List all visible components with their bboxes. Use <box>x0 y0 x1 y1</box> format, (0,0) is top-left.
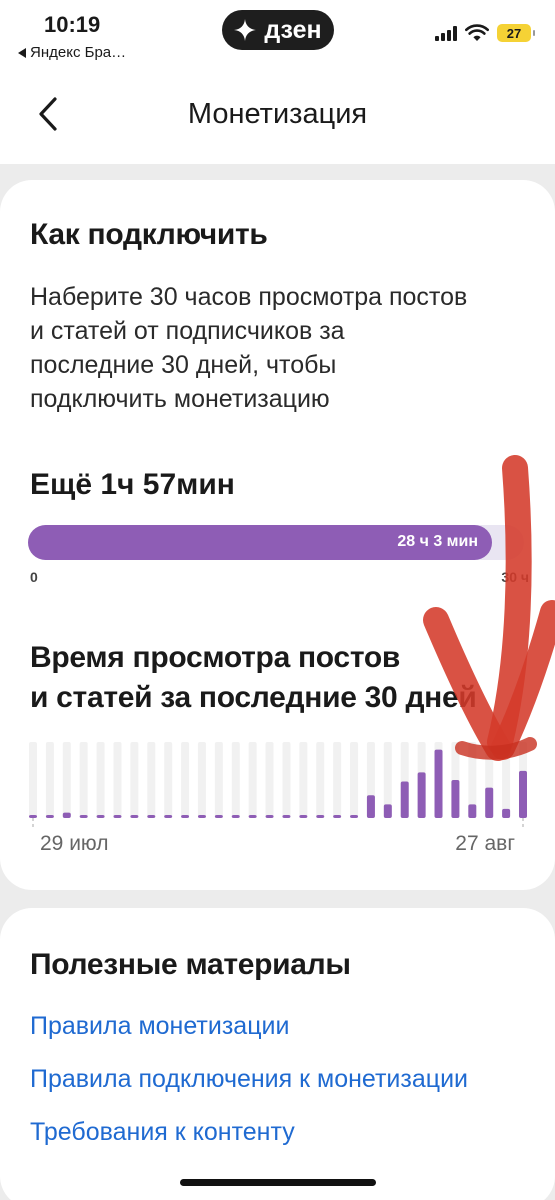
back-app-label: Яндекс Бра… <box>30 44 127 61</box>
chart-bar <box>265 815 274 818</box>
materials-links: Правила монетизации Правила подключения … <box>30 1012 468 1171</box>
chart-bar <box>316 815 325 818</box>
chart-bar <box>214 815 223 818</box>
chart-bar-track <box>147 742 156 818</box>
remaining-time: Ещё 1ч 57мин <box>30 468 235 501</box>
chart-bar-track <box>62 742 71 818</box>
chart-bar <box>485 787 494 818</box>
status-bar: 10:19 Яндекс Бра… дзен 27 <box>0 0 555 72</box>
chart-bar-track <box>45 742 54 818</box>
chart-bar <box>130 815 139 818</box>
chart-bar-track <box>214 742 223 818</box>
cellular-signal-icon <box>435 25 457 41</box>
progress-scale-min: 0 <box>30 569 38 585</box>
chart-bar-track <box>96 742 105 818</box>
chart-bar <box>417 772 426 818</box>
chart-bar <box>333 815 342 818</box>
chart-bar-track <box>164 742 173 818</box>
materials-heading: Полезные материалы <box>30 948 351 981</box>
chart-bar-track <box>316 742 325 818</box>
chart-bar-track <box>29 742 37 818</box>
chart-bar <box>299 815 308 818</box>
chart-bar <box>79 815 88 818</box>
chart-bar <box>434 749 443 818</box>
materials-card: Полезные материалы Правила монетизации П… <box>0 908 555 1200</box>
chart-bar <box>350 815 359 818</box>
chart-bar <box>468 804 477 818</box>
chart-bar-track <box>248 742 257 818</box>
wifi-icon <box>465 24 489 41</box>
watch-time-chart <box>29 742 527 830</box>
progress-scale-max: 30 ч <box>501 569 529 585</box>
chart-bar <box>282 815 291 818</box>
link-monetization-rules[interactable]: Правила монетизации <box>30 1012 468 1041</box>
chart-bar-track <box>502 742 511 818</box>
monetization-card: Как подключить Наберите 30 часов просмот… <box>0 180 555 890</box>
chart-bar-track <box>299 742 308 818</box>
chart-bar-track <box>265 742 274 818</box>
dzen-badge-label: дзен <box>264 15 322 44</box>
chart-bar-track <box>350 742 359 818</box>
chart-bar <box>197 815 206 818</box>
chart-bar <box>164 815 173 818</box>
progress-fill: 28 ч 3 мин <box>28 525 492 560</box>
back-triangle-icon <box>18 47 26 58</box>
progress-label: 28 ч 3 мин <box>397 533 478 550</box>
chart-bar <box>502 808 511 818</box>
chart-bar-track <box>333 742 342 818</box>
chart-bar <box>29 815 37 818</box>
chart-date-end: 27 авг <box>455 832 515 855</box>
chart-title: Время просмотра постов и статей за после… <box>30 638 477 718</box>
chart-bar <box>519 770 527 818</box>
connect-description: Наберите 30 часов просмотра постов и ста… <box>30 283 468 413</box>
page-title: Монетизация <box>187 98 368 130</box>
chart-bar <box>451 780 460 818</box>
back-to-app-link[interactable]: Яндекс Бра… <box>18 44 126 61</box>
status-icons: 27 <box>435 24 535 42</box>
chart-bar-track <box>79 742 88 818</box>
chart-bar <box>113 815 122 818</box>
link-content-requirements[interactable]: Требования к контенту <box>30 1118 468 1147</box>
home-indicator <box>180 1179 376 1186</box>
chart-bar <box>147 815 156 818</box>
chart-bar <box>231 815 240 818</box>
link-connection-rules[interactable]: Правила подключения к монетизации <box>30 1065 468 1094</box>
connect-heading: Как подключить <box>30 218 268 251</box>
chart-bar-track <box>197 742 206 818</box>
chart-bar-track <box>231 742 240 818</box>
chart-title-line2: и статей за последние 30 дней <box>30 681 477 714</box>
chart-bar-track <box>282 742 291 818</box>
chart-bar <box>248 815 257 818</box>
chart-bar <box>62 812 71 818</box>
chart-title-line1: Время просмотра постов <box>30 641 400 674</box>
chart-bar <box>366 795 375 818</box>
chart-bar <box>96 815 105 818</box>
chart-bar-track <box>181 742 190 818</box>
chart-date-start: 29 июл <box>40 832 109 855</box>
dzen-logo-icon <box>234 19 257 41</box>
chart-bar <box>383 804 392 818</box>
progress-bar: 28 ч 3 мин <box>28 525 524 560</box>
nav-bar: Монетизация <box>0 72 555 164</box>
chart-bar <box>181 815 190 818</box>
chart-bar-track <box>130 742 139 818</box>
dzen-badge: дзен <box>222 10 334 50</box>
chart-bar <box>45 815 54 818</box>
chart-bar-track <box>113 742 122 818</box>
status-time: 10:19 <box>44 12 101 37</box>
battery-indicator: 27 <box>497 24 535 42</box>
chart-bar <box>400 781 409 818</box>
